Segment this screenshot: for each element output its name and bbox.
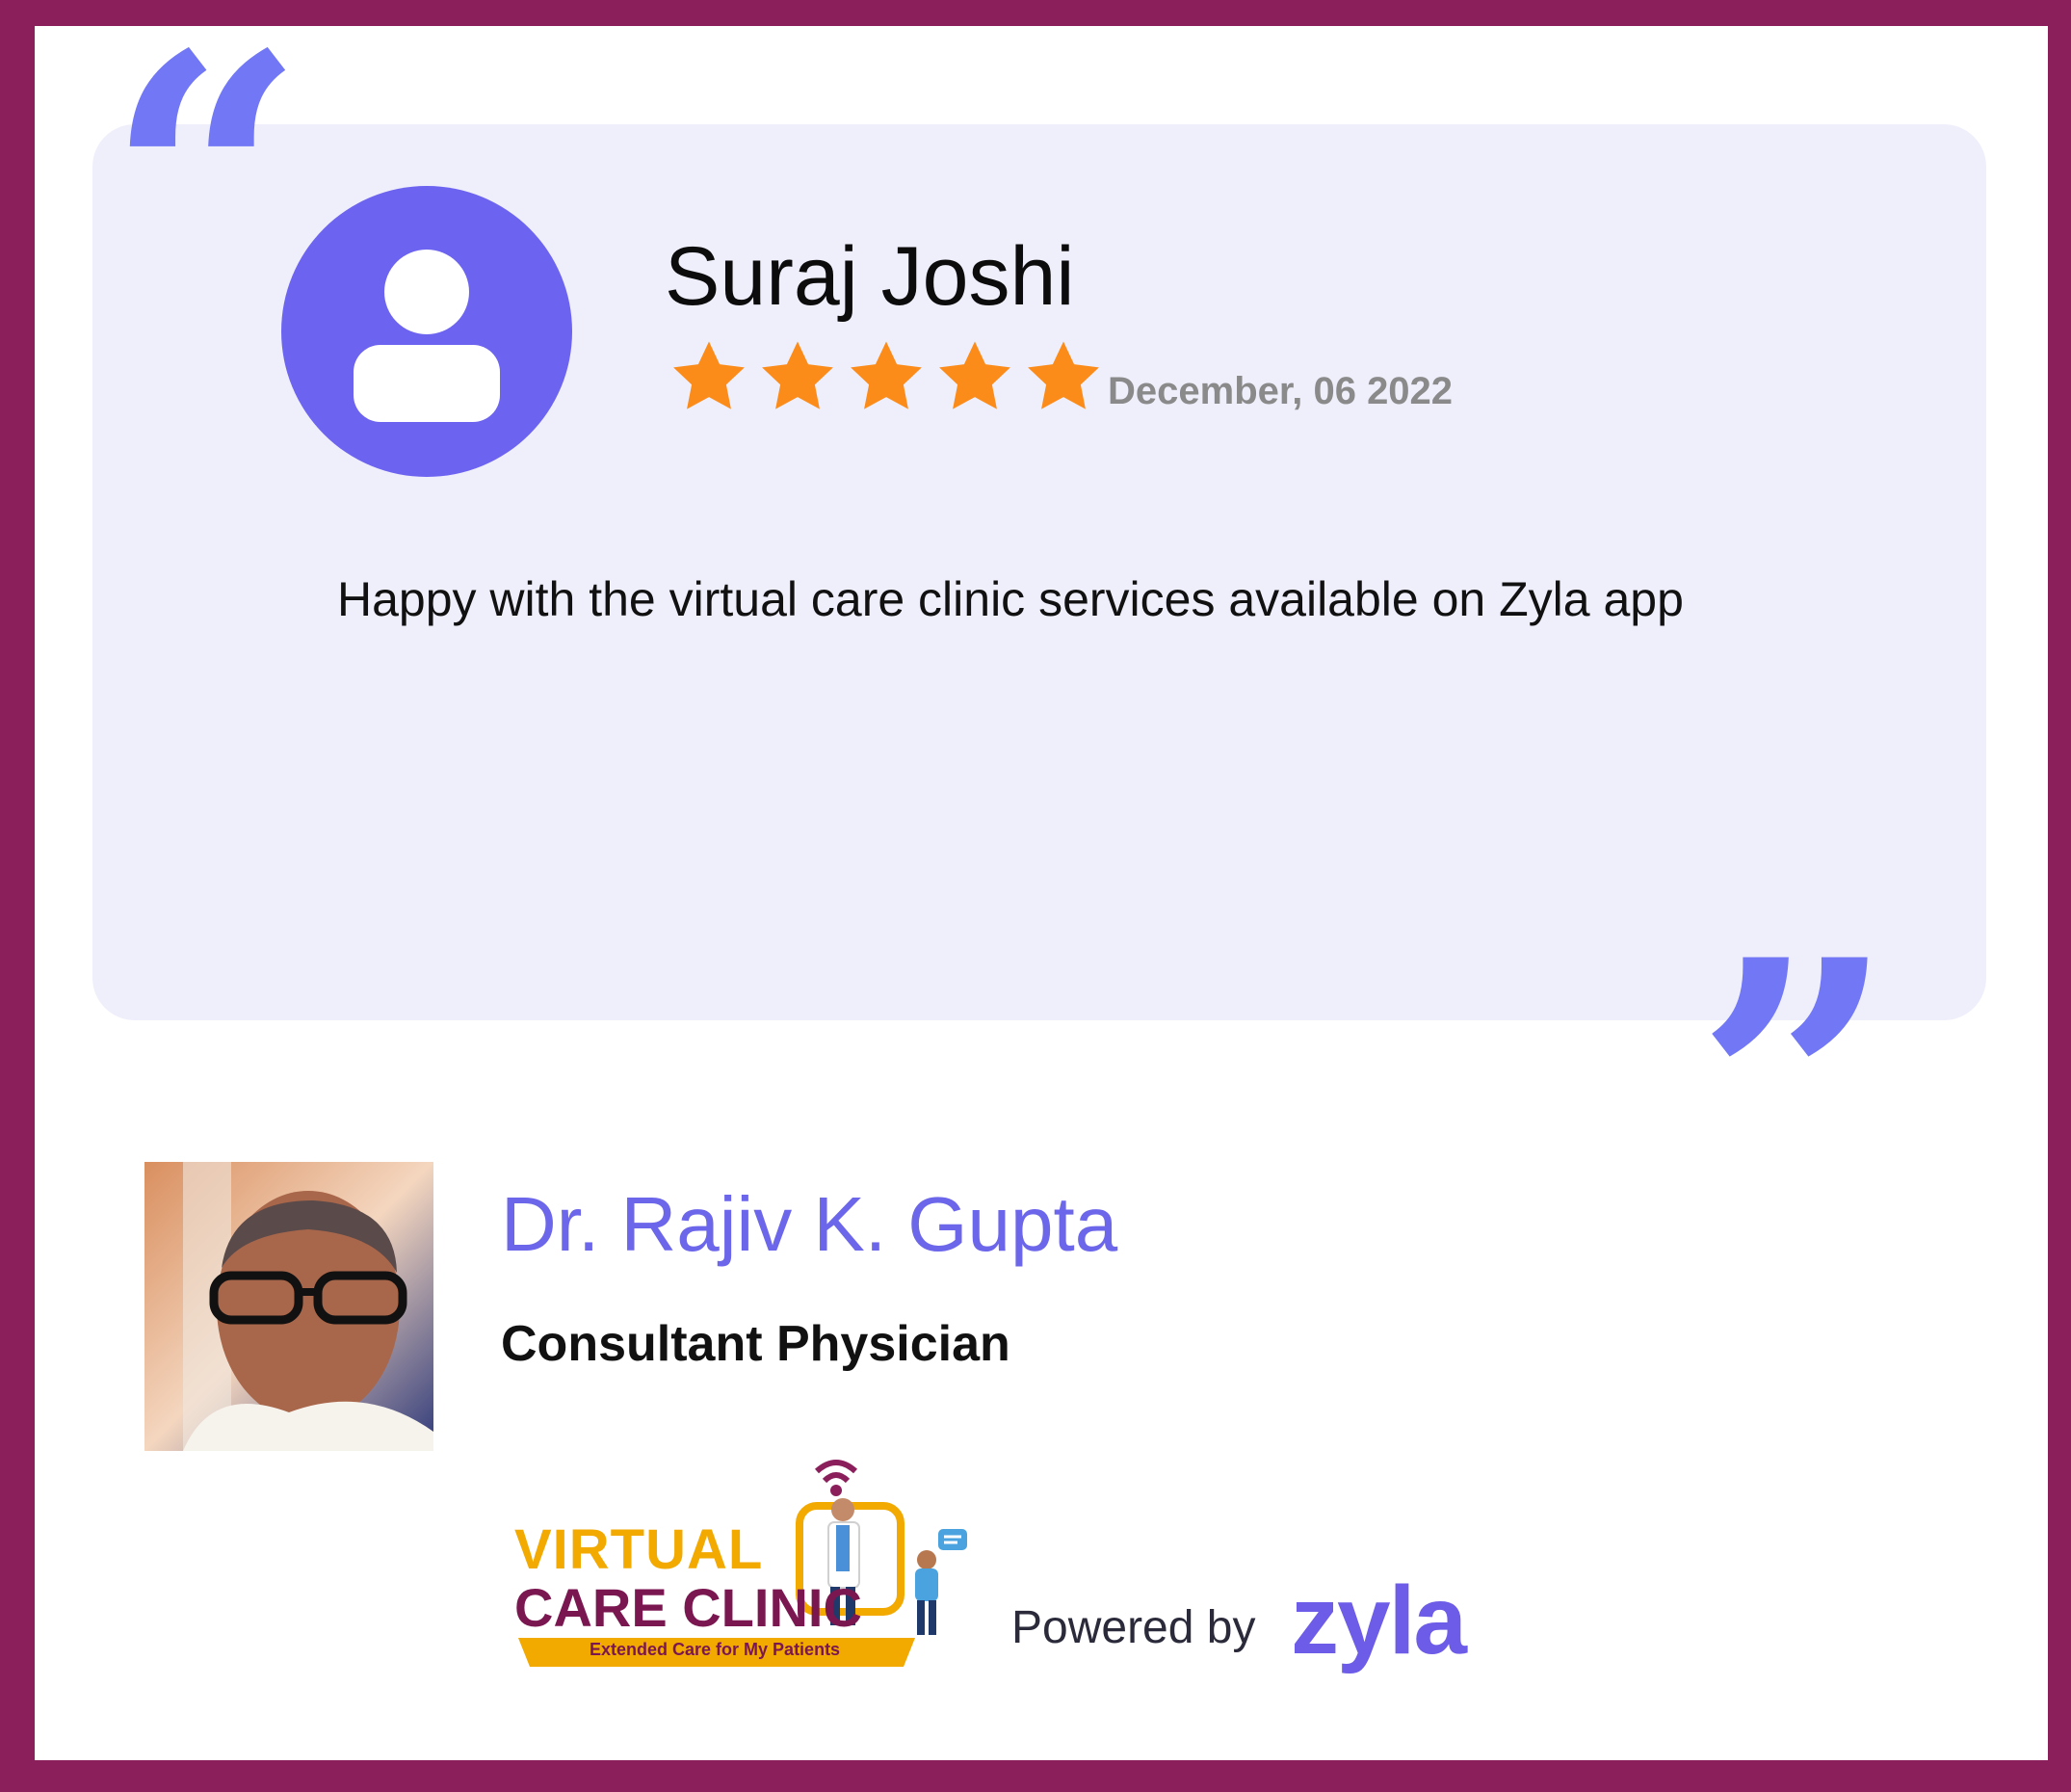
- review-date: December, 06 2022: [1108, 370, 1454, 412]
- doctor-photo: [144, 1162, 433, 1451]
- logo-tagline: Extended Care for My Patients: [590, 1640, 841, 1659]
- user-silhouette-icon: [354, 250, 500, 422]
- star-icon: [939, 341, 1010, 409]
- virtual-care-clinic-logo: VIRTUAL CARE CLINIC Extended Care for My…: [511, 1440, 973, 1672]
- review-text: Happy with the virtual care clinic servi…: [337, 572, 1684, 626]
- doctor-portrait: [144, 1162, 433, 1451]
- doctor-title: Consultant Physician: [501, 1316, 1010, 1372]
- open-quote-icon: “: [106, 0, 306, 386]
- star-icon: [762, 341, 833, 409]
- star-icon: [851, 341, 922, 409]
- star-icon: [1028, 341, 1099, 409]
- powered-by-label: Powered by: [1011, 1602, 1256, 1653]
- zyla-logo: zyla: [1291, 1567, 1467, 1674]
- star-rating: [665, 335, 1108, 418]
- star-icon: [673, 341, 745, 409]
- user-avatar-icon: [281, 186, 572, 477]
- reviewer-name: Suraj Joshi: [665, 230, 1075, 323]
- doctor-name: Dr. Rajiv K. Gupta: [501, 1181, 1118, 1267]
- logo-line-virtual: VIRTUAL: [514, 1518, 764, 1581]
- logo-line-care-clinic: CARE CLINIC: [514, 1577, 862, 1638]
- close-quote-icon: ”: [1695, 884, 1896, 1292]
